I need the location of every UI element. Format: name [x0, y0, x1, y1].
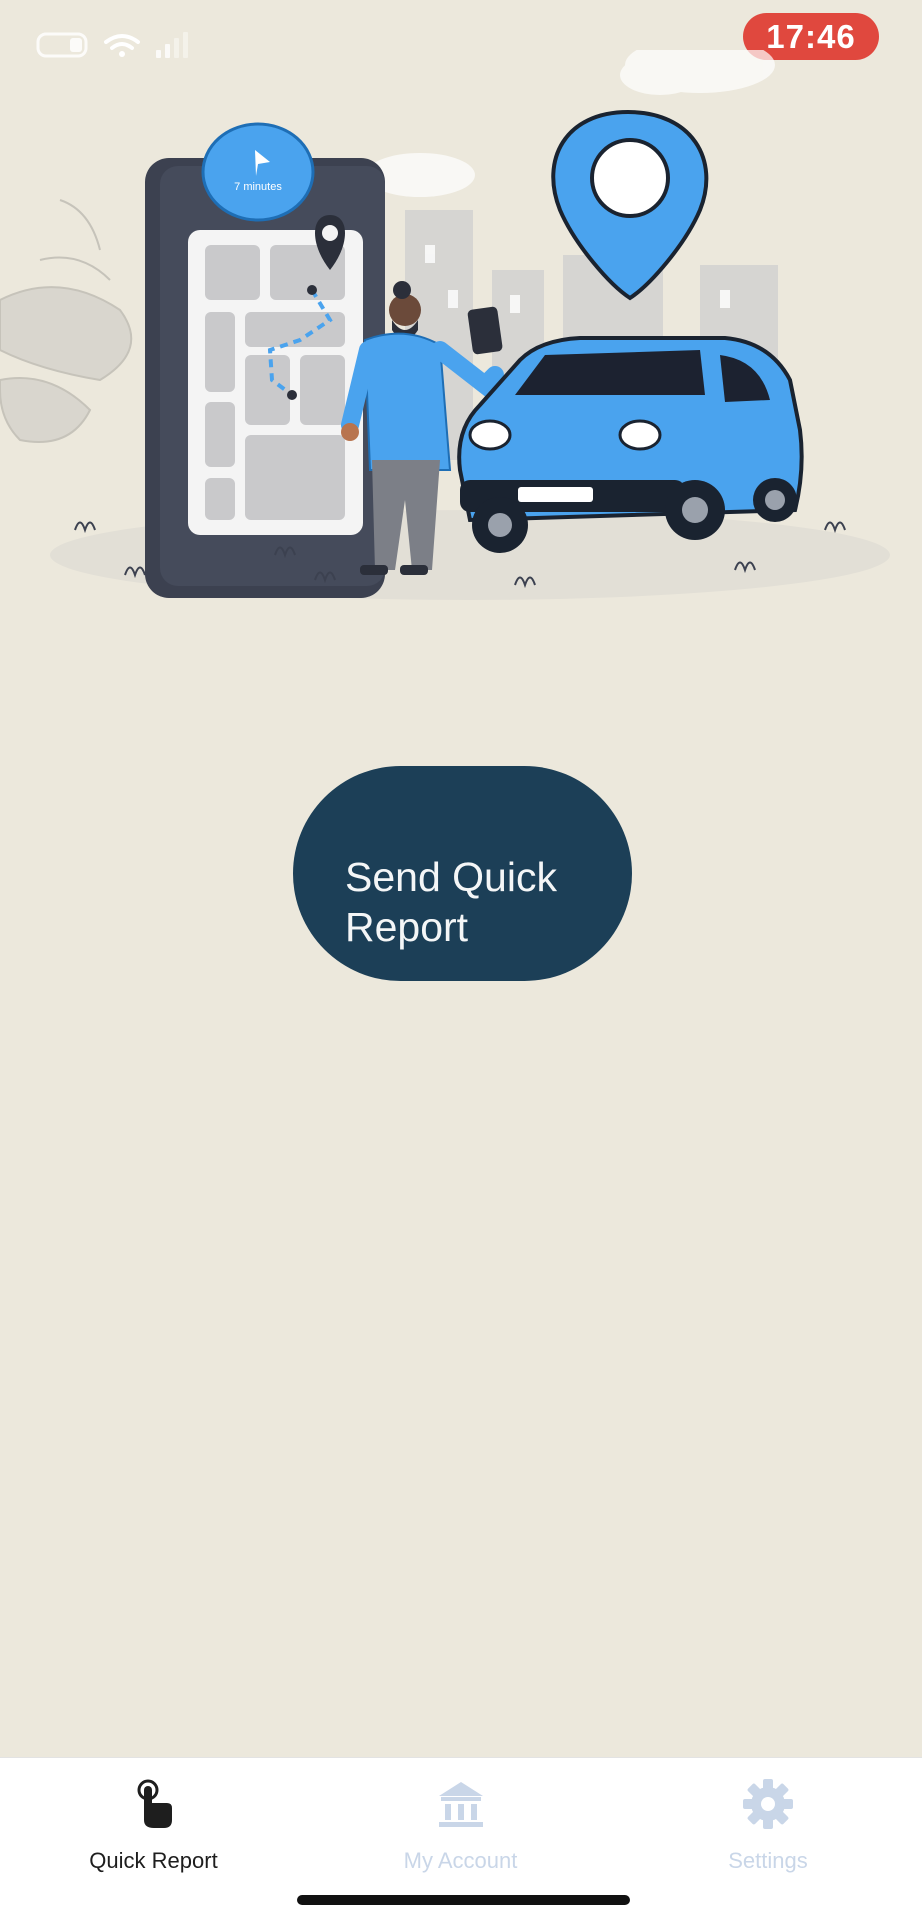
send-quick-report-button[interactable]: Send Quick Report: [293, 766, 632, 981]
tab-quick-report[interactable]: Quick Report: [0, 1758, 307, 1878]
leaf-decoration: [0, 199, 133, 443]
tab-settings-label: Settings: [728, 1848, 808, 1873]
hero-illustration: 7 minutes: [0, 50, 890, 600]
home-indicator: [297, 1895, 630, 1905]
tab-settings[interactable]: Settings: [614, 1758, 922, 1878]
tab-quick-report-label: Quick Report: [89, 1848, 218, 1873]
bank-icon: [438, 1782, 483, 1827]
gear-icon: [743, 1779, 793, 1829]
send-quick-report-label-line2: Report: [345, 903, 469, 950]
pointer-hand-icon: [137, 1779, 172, 1828]
eta-bubble-text: 7 minutes: [234, 181, 282, 193]
tablet-map: [145, 158, 385, 598]
tab-my-account-label: My Account: [403, 1848, 518, 1873]
tab-my-account[interactable]: My Account: [307, 1758, 614, 1878]
eta-bubble: 7 minutes: [201, 122, 315, 222]
bottom-tab-bar: Quick Report My Account Settings: [0, 1757, 922, 1911]
send-quick-report-label-line1: Send Quick: [345, 853, 557, 900]
